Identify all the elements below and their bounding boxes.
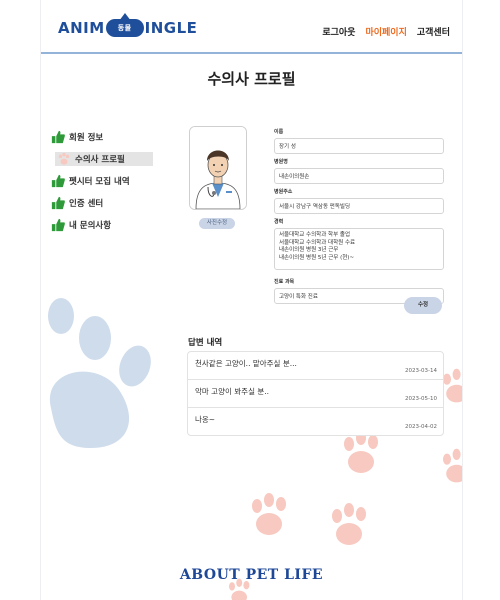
thumbs-up-icon: [51, 196, 65, 210]
sidebar-item-verification[interactable]: 인증 센터: [51, 192, 201, 214]
avatar: [189, 126, 247, 210]
top-nav: 로그아웃 마이페이지 고객센터: [322, 25, 450, 38]
footer-title: ABOUT PET LIFE: [179, 567, 324, 583]
thumbs-up-icon: [51, 174, 65, 188]
answer-text: 천사같은 고양이.. 맡아주실 분...: [195, 359, 297, 368]
paw-pink-icon: [332, 503, 366, 545]
sidebar-item-label: 수의사 프로필: [75, 155, 125, 165]
profile-form: 이름 장기 성 병원명 내손이의원손 병원주소 서울시 강남구 역삼동 펀독빌딩…: [274, 124, 444, 307]
hospital-label: 병원명: [274, 159, 288, 165]
career-line: 서울대학교 수의학과 대학원 수료: [279, 239, 356, 246]
subject-label: 진료 과목: [274, 279, 295, 285]
big-paw-blue-icon: [48, 298, 151, 448]
sidebar-item-inquiries[interactable]: 내 문의사항: [51, 214, 201, 236]
answer-text: 악마 고양이 봐주실 분..: [195, 387, 270, 396]
paw-pink-icon: [252, 493, 286, 535]
sidebar-item-label: 내 문의사항: [69, 221, 112, 231]
career-line: 내손이의원 병원 5년 근무 (현)~: [279, 254, 355, 261]
left-margin: [0, 0, 40, 600]
name-field[interactable]: 장기 성: [274, 138, 444, 154]
career-line: 내손이의원 병원 3년 근무: [279, 247, 339, 253]
list-item[interactable]: 악마 고양이 봐주실 분.. 2023-05-10: [188, 380, 443, 408]
nav-support[interactable]: 고객센터: [417, 25, 450, 38]
career-label: 경력: [274, 219, 284, 225]
answers-title: 답변 내역: [188, 338, 223, 348]
edit-photo-button[interactable]: 사진수정: [199, 218, 235, 229]
answers-list: 천사같은 고양이.. 맡아주실 분... 2023-03-14 악마 고양이 봐…: [187, 351, 444, 436]
page-title: 수의사 프로필: [207, 70, 296, 88]
answer-date: 2023-03-14: [405, 368, 437, 374]
paw-pink-icon: [344, 431, 378, 473]
thumbs-up-icon: [51, 130, 65, 144]
paw-pink-icon: [443, 448, 462, 483]
sidebar-item-petsitter-history[interactable]: 펫시터 모집 내역: [51, 170, 201, 192]
career-line: 서울대학교 수의학과 학부 졸업: [279, 232, 351, 238]
nav-logout[interactable]: 로그아웃: [322, 25, 355, 38]
sidebar-item-member-info[interactable]: 회원 정보: [51, 126, 201, 148]
logo[interactable]: ANIM 동물 INGLE: [58, 13, 198, 37]
list-item[interactable]: 천사같은 고양이.. 맡아주실 분... 2023-03-14: [188, 352, 443, 380]
sidebar-item-vet-profile[interactable]: 수의사 프로필: [55, 152, 153, 166]
name-label: 이름: [274, 129, 284, 135]
logo-text-right: INGLE: [144, 19, 198, 37]
address-field[interactable]: 서울시 강남구 역삼동 펀독빌딩: [274, 198, 444, 214]
header: ANIM 동물 INGLE 로그아웃 마이페이지 고객센터: [41, 0, 462, 54]
logo-badge: 동물: [105, 13, 144, 37]
hospital-field[interactable]: 내손이의원손: [274, 168, 444, 184]
nav-mypage[interactable]: 마이페이지: [365, 25, 406, 38]
paw-icon: [58, 152, 70, 165]
answer-text: 나옹~: [195, 415, 216, 424]
doctor-illustration-icon: [190, 127, 246, 209]
career-field[interactable]: 서울대학교 수의학과 학부 졸업 서울대학교 수의학과 대학원 수료 내손이의원…: [274, 228, 444, 270]
answer-date: 2023-04-02: [405, 424, 437, 430]
thumbs-up-icon: [51, 218, 65, 232]
logo-text-left: ANIM: [58, 19, 105, 37]
sidebar: 회원 정보 수의사 프로필 펫시터 모집 내역 인증 센터 내 문의사항: [51, 126, 201, 236]
address-label: 병원주소: [274, 189, 293, 195]
list-item[interactable]: 나옹~ 2023-04-02: [188, 408, 443, 435]
answer-date: 2023-05-10: [405, 396, 437, 402]
sidebar-item-label: 인증 센터: [69, 199, 104, 209]
page: ANIM 동물 INGLE 로그아웃 마이페이지 고객센터 수의사 프로필 회원…: [40, 0, 463, 600]
sidebar-item-label: 펫시터 모집 내역: [69, 177, 130, 187]
edit-profile-button[interactable]: 수정: [404, 297, 442, 314]
sidebar-item-label: 회원 정보: [69, 133, 104, 143]
